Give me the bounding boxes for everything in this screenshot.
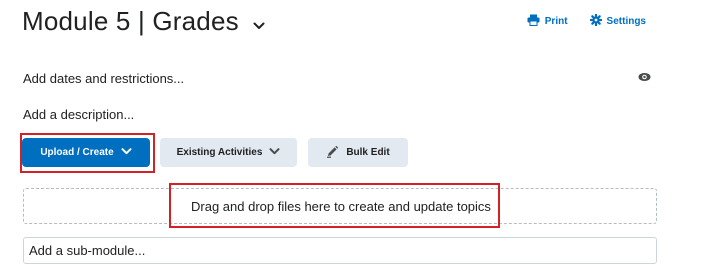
page-title: Module 5 | Grades <box>22 6 239 36</box>
chevron-down-icon[interactable] <box>253 22 265 30</box>
chevron-down-icon <box>269 147 280 158</box>
add-submodule-input[interactable]: Add a sub-module... <box>23 237 657 264</box>
add-dates-link[interactable]: Add dates and restrictions... <box>23 71 184 86</box>
printer-icon <box>527 14 540 29</box>
highlight-box <box>169 183 500 228</box>
add-description-link[interactable]: Add a description... <box>23 107 134 122</box>
print-label: Print <box>544 16 568 27</box>
eye-icon[interactable] <box>638 72 651 82</box>
gear-icon <box>589 13 602 29</box>
existing-activities-button[interactable]: Existing Activities <box>160 138 297 167</box>
existing-activities-label: Existing Activities <box>176 147 263 158</box>
highlight-box <box>20 133 155 173</box>
header-actions: Print Settings <box>527 13 646 29</box>
pencil-icon <box>326 145 339 161</box>
page-header: Module 5 | Grades <box>22 6 265 37</box>
settings-label: Settings <box>606 16 646 27</box>
bulk-edit-label: Bulk Edit <box>346 147 390 158</box>
print-button[interactable]: Print <box>527 14 568 29</box>
bulk-edit-button[interactable]: Bulk Edit <box>308 138 408 167</box>
settings-button[interactable]: Settings <box>589 13 646 29</box>
